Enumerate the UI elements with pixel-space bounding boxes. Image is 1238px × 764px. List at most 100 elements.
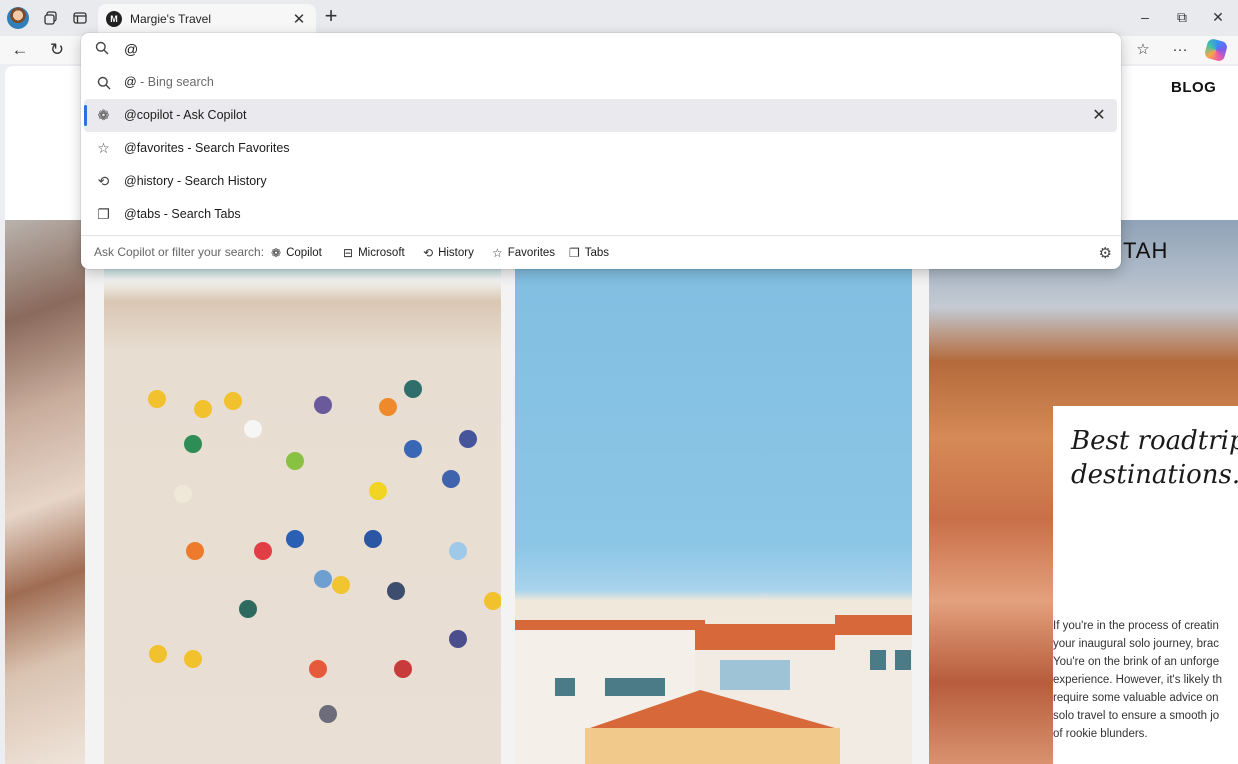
umbrella bbox=[239, 600, 257, 618]
favorites-icon[interactable]: ☆ bbox=[1130, 39, 1156, 61]
profile-avatar[interactable] bbox=[7, 7, 29, 29]
umbrella bbox=[379, 398, 397, 416]
gear-icon[interactable]: ⚙ bbox=[1099, 244, 1112, 262]
workspaces-icon[interactable] bbox=[40, 7, 62, 29]
umbrella bbox=[254, 542, 272, 560]
window bbox=[605, 678, 665, 696]
umbrella bbox=[319, 705, 337, 723]
history-icon: ⟲ bbox=[97, 173, 110, 189]
address-bar-dropdown: @ @ - Bing search ❁ @copilot - Ask Copil… bbox=[81, 33, 1121, 269]
window bbox=[870, 650, 886, 670]
blog-card[interactable]: Best roadtrip destinations... If you're … bbox=[1053, 406, 1238, 764]
suggestion-search-tabs[interactable]: ❐ @tabs - Search Tabs bbox=[81, 198, 1121, 231]
filter-prompt: Ask Copilot or filter your search: bbox=[94, 245, 265, 259]
card-body-line: require some valuable advice on bbox=[1053, 692, 1219, 704]
star-icon: ☆ bbox=[97, 140, 110, 156]
town-photo[interactable] bbox=[515, 220, 912, 764]
umbrella bbox=[484, 592, 501, 610]
filter-tabs[interactable]: ❐ Tabs bbox=[569, 242, 609, 263]
umbrella bbox=[449, 542, 467, 560]
roof bbox=[515, 620, 705, 630]
umbrella bbox=[194, 400, 212, 418]
card-body-line: experience. However, it's likely th bbox=[1053, 674, 1223, 686]
suggestion-label: @favorites - Search Favorites bbox=[124, 141, 290, 155]
card-body-line: solo travel to ensure a smooth jo bbox=[1053, 710, 1220, 722]
search-icon bbox=[95, 74, 112, 91]
filter-label: Copilot bbox=[286, 246, 322, 259]
remove-suggestion-icon[interactable]: ✕ bbox=[1089, 106, 1109, 126]
filter-label: Microsoft bbox=[358, 246, 405, 259]
close-window-button[interactable]: ✕ bbox=[1203, 6, 1233, 28]
suggestion-label: @tabs - Search Tabs bbox=[124, 207, 241, 221]
umbrella bbox=[314, 396, 332, 414]
history-icon: ⟲ bbox=[423, 245, 434, 260]
restore-button[interactable]: ⧉ bbox=[1167, 6, 1197, 28]
section-heading: TAH bbox=[1123, 238, 1169, 263]
nav-blog-link[interactable]: BLOG bbox=[1171, 79, 1216, 96]
suggestion-search-favorites[interactable]: ☆ @favorites - Search Favorites bbox=[81, 132, 1121, 165]
briefcase-icon: ⊟ bbox=[343, 245, 354, 260]
roof bbox=[695, 624, 835, 650]
tabs-icon: ❐ bbox=[97, 206, 110, 222]
umbrella bbox=[184, 650, 202, 668]
umbrella bbox=[332, 576, 350, 594]
tab-title: Margie's Travel bbox=[130, 12, 211, 26]
umbrella bbox=[449, 630, 467, 648]
close-tab-icon[interactable]: ✕ bbox=[290, 10, 308, 28]
copilot-icon: ❁ bbox=[271, 245, 282, 260]
tabs-icon: ❐ bbox=[569, 245, 580, 260]
filter-history[interactable]: ⟲ History bbox=[423, 242, 474, 263]
building bbox=[585, 728, 840, 764]
umbrella bbox=[404, 440, 422, 458]
copilot-icon: ❁ bbox=[97, 107, 110, 123]
beach-photo[interactable] bbox=[104, 220, 501, 764]
star-icon: ☆ bbox=[492, 245, 503, 260]
suggestion-search-history[interactable]: ⟲ @history - Search History bbox=[81, 165, 1121, 198]
umbrella bbox=[184, 435, 202, 453]
address-bar-input[interactable]: @ bbox=[81, 33, 1121, 66]
card-body-line: of rookie blunders. bbox=[1053, 728, 1148, 740]
umbrella bbox=[174, 485, 192, 503]
card-body-line: your inaugural solo journey, brac bbox=[1053, 638, 1219, 650]
filter-label: Tabs bbox=[584, 246, 610, 259]
filter-label: Favorites bbox=[507, 246, 556, 259]
card-title-line-1: Best roadtrip bbox=[1071, 426, 1238, 456]
browser-tab[interactable]: M Margie's Travel ✕ bbox=[98, 4, 316, 34]
umbrella bbox=[148, 390, 166, 408]
filter-microsoft[interactable]: ⊟ Microsoft bbox=[343, 242, 405, 263]
umbrella bbox=[309, 660, 327, 678]
minimize-button[interactable]: – bbox=[1130, 6, 1160, 28]
window bbox=[720, 660, 790, 690]
filter-favorites[interactable]: ☆ Favorites bbox=[492, 242, 555, 263]
umbrella bbox=[286, 530, 304, 548]
new-tab-button[interactable]: + bbox=[320, 5, 342, 28]
filter-label: History bbox=[438, 246, 474, 259]
suggestion-label: @copilot - Ask Copilot bbox=[124, 108, 247, 122]
umbrella bbox=[186, 542, 204, 560]
more-options-icon[interactable]: ··· bbox=[1167, 39, 1193, 61]
vertical-tabs-icon[interactable] bbox=[69, 7, 91, 29]
umbrella bbox=[286, 452, 304, 470]
umbrella bbox=[404, 380, 422, 398]
umbrella bbox=[244, 420, 262, 438]
back-button[interactable]: ← bbox=[8, 39, 32, 61]
title-bar: M Margie's Travel ✕ + – ⧉ ✕ bbox=[0, 0, 1238, 36]
desert-photo[interactable] bbox=[5, 220, 85, 764]
window bbox=[555, 678, 575, 696]
address-bar-value: @ bbox=[124, 41, 139, 57]
umbrella bbox=[394, 660, 412, 678]
search-filter-bar: Ask Copilot or filter your search: ❁ Copi… bbox=[81, 236, 1121, 269]
suggestion-label: @ - Bing search bbox=[124, 75, 214, 89]
filter-copilot[interactable]: ❁ Copilot bbox=[271, 242, 322, 263]
umbrella bbox=[442, 470, 460, 488]
suggestion-ask-copilot[interactable]: ❁ @copilot - Ask Copilot ✕ bbox=[84, 99, 1117, 132]
building bbox=[835, 615, 912, 764]
search-icon bbox=[95, 41, 109, 58]
umbrella bbox=[387, 582, 405, 600]
site-favicon: M bbox=[106, 11, 122, 27]
refresh-button[interactable]: ↻ bbox=[45, 39, 69, 61]
suggestion-label: @history - Search History bbox=[124, 174, 267, 188]
card-body-line: You're on the brink of an unforge bbox=[1053, 656, 1220, 668]
suggestion-bing-search[interactable]: @ - Bing search bbox=[81, 66, 1121, 99]
card-title-line-2: destinations... bbox=[1071, 460, 1238, 490]
